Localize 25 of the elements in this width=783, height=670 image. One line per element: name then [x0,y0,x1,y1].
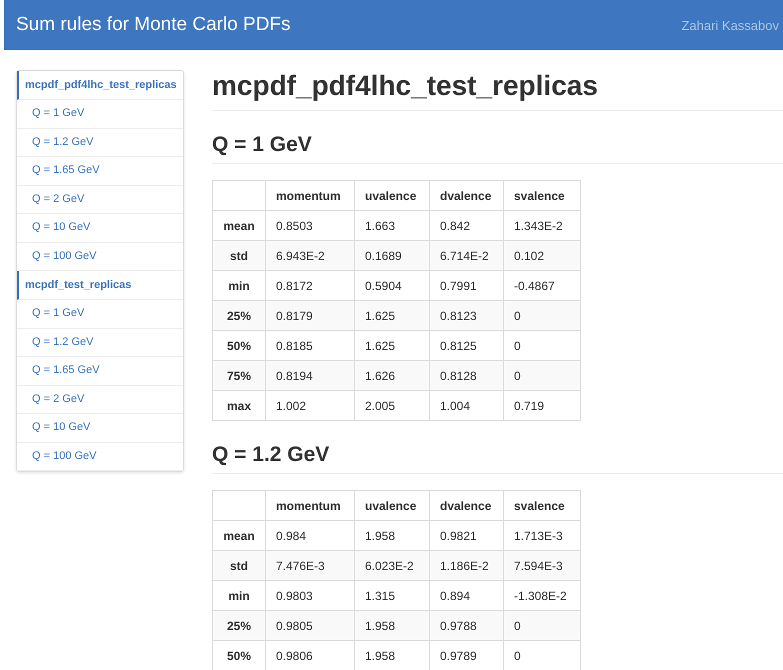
sidebar-item[interactable]: Q = 1 GeV [17,100,183,128]
sidebar-item[interactable]: Q = 100 GeV [17,442,183,471]
page-title: mcpdf_pdf4lhc_test_replicas [212,70,783,111]
section-heading: Q = 1.2 GeV [212,443,783,474]
row-header: max [212,390,266,420]
sidebar-item[interactable]: Q = 2 GeV [17,386,183,414]
sidebar-item[interactable]: Q = 10 GeV [17,414,183,442]
sidebar-item[interactable]: Q = 2 GeV [17,186,183,214]
sidebar-group-link[interactable]: mcpdf_test_replicas [17,271,183,300]
table-cell: 0.719 [504,390,580,420]
section-heading: Q = 1 GeV [212,133,783,164]
sidebar-item[interactable]: Q = 10 GeV [17,214,183,242]
brand-title: Sum rules for Monte Carlo PDFs [16,14,291,36]
sidebar-item[interactable]: Q = 100 GeV [17,242,183,271]
sidebar-item[interactable]: Q = 1.2 GeV [17,328,183,357]
sidebar-item[interactable]: Q = 1.65 GeV [17,157,183,186]
table-cell: 2.005 [354,390,430,420]
sidebar-group-link[interactable]: mcpdf_pdf4lhc_test_replicas [17,71,183,100]
table-cell: 1.002 [266,390,354,420]
author-name: Zahari Kassabov [681,18,779,32]
table-cell: 1.004 [430,390,504,420]
sidebar-item[interactable]: Q = 1.65 GeV [17,357,183,386]
sidebar-item[interactable]: Q = 1 GeV [17,300,183,328]
sidebar-item[interactable]: Q = 1.2 GeV [17,128,183,157]
row-header: 50% [212,640,266,670]
